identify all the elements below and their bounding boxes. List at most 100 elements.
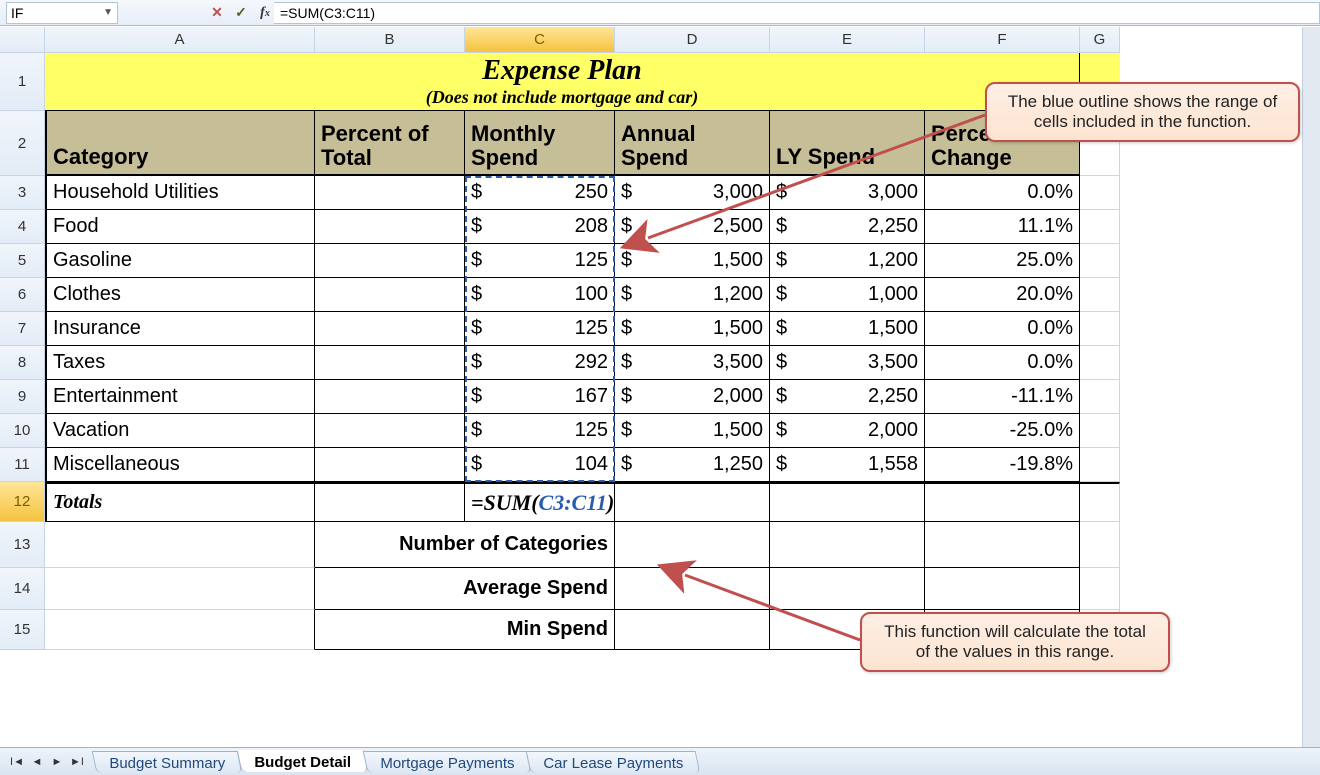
cell[interactable]	[315, 312, 465, 346]
row-header-2[interactable]: 2	[0, 111, 45, 176]
cell[interactable]	[770, 522, 925, 568]
formula-cell[interactable]: =SUM(C3:C11)	[465, 482, 615, 522]
cell[interactable]: $1,500	[615, 414, 770, 448]
header-D[interactable]: Annual Spend	[615, 111, 770, 176]
cell[interactable]: -25.0%	[925, 414, 1080, 448]
row-header-4[interactable]: 4	[0, 210, 45, 244]
column-header-F[interactable]: F	[925, 27, 1080, 53]
cell[interactable]: $3,500	[615, 346, 770, 380]
cell[interactable]	[615, 482, 770, 522]
sheet-tab-budget-summary[interactable]: Budget Summary	[92, 751, 243, 773]
cell[interactable]: -19.8%	[925, 448, 1080, 482]
column-header-D[interactable]: D	[615, 27, 770, 53]
cell[interactable]	[1080, 312, 1120, 346]
cell[interactable]: 0.0%	[925, 176, 1080, 210]
cell[interactable]	[315, 346, 465, 380]
header-A[interactable]: Category	[45, 111, 315, 176]
cancel-icon[interactable]: ✕	[208, 4, 226, 21]
cell[interactable]: $292	[465, 346, 615, 380]
cell[interactable]: $167	[465, 380, 615, 414]
cell[interactable]	[615, 522, 770, 568]
cell[interactable]	[925, 568, 1080, 610]
row-header-9[interactable]: 9	[0, 380, 45, 414]
cell[interactable]	[615, 568, 770, 610]
row-header-14[interactable]: 14	[0, 568, 45, 610]
cell[interactable]	[315, 210, 465, 244]
cell[interactable]: $3,000	[615, 176, 770, 210]
cell[interactable]: $1,000	[770, 278, 925, 312]
cell[interactable]: $3,500	[770, 346, 925, 380]
category-cell[interactable]: Insurance	[45, 312, 315, 346]
row-header-13[interactable]: 13	[0, 522, 45, 568]
cell[interactable]	[1080, 380, 1120, 414]
header-C[interactable]: Monthly Spend	[465, 111, 615, 176]
cell[interactable]	[315, 176, 465, 210]
formula-input[interactable]: =SUM(C3:C11)	[274, 2, 1320, 24]
cell[interactable]	[1080, 568, 1120, 610]
cell[interactable]: $2,500	[615, 210, 770, 244]
cell[interactable]	[315, 278, 465, 312]
cell[interactable]: $1,500	[770, 312, 925, 346]
cell[interactable]	[45, 610, 315, 650]
cell[interactable]: 0.0%	[925, 312, 1080, 346]
cell[interactable]: 25.0%	[925, 244, 1080, 278]
cell[interactable]	[45, 568, 315, 610]
dropdown-icon[interactable]: ▼	[103, 7, 113, 18]
row-header-12[interactable]: 12	[0, 482, 45, 522]
totals-label[interactable]: Totals	[45, 482, 315, 522]
header-E[interactable]: LY Spend	[770, 111, 925, 176]
vertical-scrollbar[interactable]	[1302, 27, 1320, 747]
cell[interactable]	[315, 448, 465, 482]
cell[interactable]: 11.1%	[925, 210, 1080, 244]
cell[interactable]: $1,200	[615, 278, 770, 312]
cell[interactable]	[1080, 522, 1120, 568]
enter-icon[interactable]: ✓	[232, 4, 250, 21]
cell[interactable]	[1080, 244, 1120, 278]
column-header-C[interactable]: C	[465, 27, 615, 53]
cell[interactable]: Expense Plan(Does not include mortgage a…	[45, 53, 1080, 111]
stat-label[interactable]: Number of Categories	[315, 522, 615, 568]
select-all-corner[interactable]	[0, 27, 45, 53]
cell[interactable]: $1,558	[770, 448, 925, 482]
last-sheet-icon[interactable]: ►I	[68, 753, 86, 771]
cell[interactable]	[315, 380, 465, 414]
name-box[interactable]: IF ▼	[6, 2, 118, 24]
row-header-6[interactable]: 6	[0, 278, 45, 312]
category-cell[interactable]: Taxes	[45, 346, 315, 380]
cell[interactable]: $104	[465, 448, 615, 482]
cell[interactable]: $125	[465, 312, 615, 346]
cell[interactable]	[1080, 482, 1120, 522]
row-header-7[interactable]: 7	[0, 312, 45, 346]
cell[interactable]: $250	[465, 176, 615, 210]
cell[interactable]: -11.1%	[925, 380, 1080, 414]
column-header-E[interactable]: E	[770, 27, 925, 53]
cell[interactable]: $1,200	[770, 244, 925, 278]
cell[interactable]: $125	[465, 244, 615, 278]
header-B[interactable]: Percent of Total	[315, 111, 465, 176]
cell[interactable]	[1080, 210, 1120, 244]
cell[interactable]	[1080, 176, 1120, 210]
cell[interactable]: $3,000	[770, 176, 925, 210]
row-header-8[interactable]: 8	[0, 346, 45, 380]
column-header-G[interactable]: G	[1080, 27, 1120, 53]
cell[interactable]	[615, 610, 770, 650]
category-cell[interactable]: Clothes	[45, 278, 315, 312]
cell[interactable]	[45, 522, 315, 568]
category-cell[interactable]: Gasoline	[45, 244, 315, 278]
row-header-10[interactable]: 10	[0, 414, 45, 448]
cell[interactable]	[1080, 278, 1120, 312]
cell[interactable]: $208	[465, 210, 615, 244]
sheet-tab-mortgage-payments[interactable]: Mortgage Payments	[362, 751, 531, 773]
row-header-1[interactable]: 1	[0, 53, 45, 111]
cell[interactable]: $125	[465, 414, 615, 448]
cell[interactable]: $1,500	[615, 244, 770, 278]
cell[interactable]: 0.0%	[925, 346, 1080, 380]
sheet-tab-budget-detail[interactable]: Budget Detail	[237, 750, 368, 772]
first-sheet-icon[interactable]: I◄	[8, 753, 26, 771]
prev-sheet-icon[interactable]: ◄	[28, 753, 46, 771]
row-header-11[interactable]: 11	[0, 448, 45, 482]
category-cell[interactable]: Food	[45, 210, 315, 244]
cell[interactable]	[925, 522, 1080, 568]
cell[interactable]	[770, 568, 925, 610]
category-cell[interactable]: Household Utilities	[45, 176, 315, 210]
